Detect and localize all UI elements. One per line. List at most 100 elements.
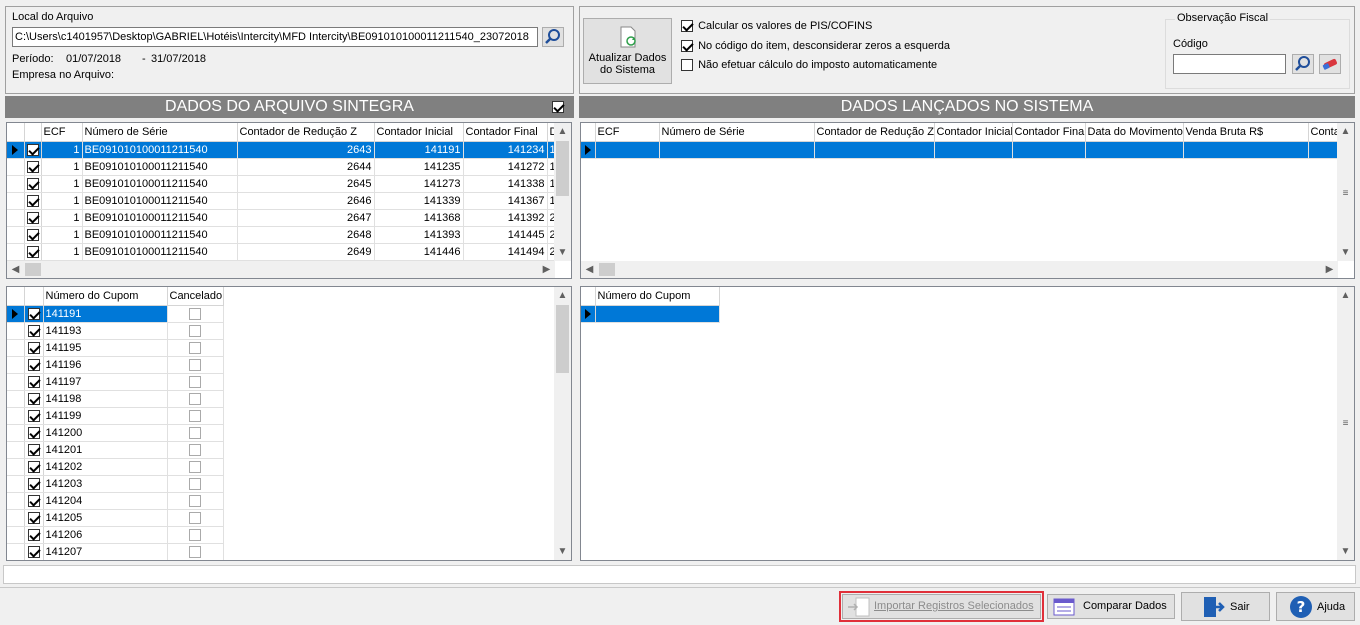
table-row[interactable]: 1BE091010100011211540264614133914136719 bbox=[7, 192, 571, 210]
scroll-down-arrow[interactable]: ▼ bbox=[554, 543, 571, 560]
table-row[interactable]: 1BE091010100011211540264514127314133818 bbox=[7, 175, 571, 193]
table-row[interactable]: 1BE091010100011211540264714136814139220 bbox=[7, 209, 571, 227]
option-zeros[interactable]: No código do item, desconsiderar zeros a… bbox=[681, 40, 950, 53]
cupons-vscroll[interactable]: ▲ ▼ bbox=[554, 287, 571, 560]
obs-search-button[interactable] bbox=[1292, 54, 1314, 74]
scroll-down-arrow[interactable]: ▼ bbox=[1337, 543, 1354, 560]
table-row[interactable]: 1BE091010100011211540264814139314144521 bbox=[7, 226, 571, 244]
row-checkbox[interactable] bbox=[27, 392, 40, 405]
col-reducao-z[interactable]: Contador de Redução Z bbox=[237, 123, 375, 142]
scroll-left-arrow[interactable]: ◀ bbox=[7, 261, 24, 278]
scroll-up-arrow[interactable]: ▲ bbox=[554, 287, 571, 304]
row-checkbox[interactable] bbox=[27, 307, 40, 320]
table-row[interactable]: 1BE091010100011211540264314119114123416 bbox=[7, 141, 571, 159]
col-serie[interactable]: Número de Série bbox=[659, 123, 815, 142]
scroll-up-arrow[interactable]: ▲ bbox=[554, 123, 571, 140]
row-checkbox[interactable] bbox=[27, 528, 40, 541]
row-checkbox[interactable] bbox=[27, 477, 40, 490]
col-ecf[interactable]: ECF bbox=[595, 123, 660, 142]
list-item[interactable]: 141202 bbox=[7, 458, 224, 476]
help-button[interactable]: ? Ajuda bbox=[1276, 592, 1355, 621]
row-checkbox[interactable] bbox=[27, 375, 40, 388]
list-item[interactable]: 141193 bbox=[7, 322, 224, 340]
option-zeros-checkbox[interactable] bbox=[681, 40, 693, 53]
scroll-up-arrow[interactable]: ▲ bbox=[1337, 287, 1354, 304]
row-checkbox[interactable] bbox=[26, 245, 39, 258]
row-checkbox[interactable] bbox=[26, 194, 39, 207]
option-no-tax-calc-checkbox[interactable] bbox=[681, 59, 693, 72]
row-checkbox[interactable] bbox=[27, 324, 40, 337]
cupons-sistema-vscroll[interactable]: ▲ ≡ ▼ bbox=[1337, 287, 1354, 560]
scroll-down-arrow[interactable]: ▼ bbox=[554, 244, 571, 261]
col-contador-inicial[interactable]: Contador Inicial bbox=[934, 123, 1013, 142]
scroll-thumb[interactable] bbox=[556, 141, 569, 196]
cancelado-checkbox[interactable] bbox=[189, 460, 201, 473]
scroll-up-arrow[interactable]: ▲ bbox=[1337, 123, 1354, 140]
list-item[interactable]: 141191 bbox=[7, 305, 224, 323]
row-checkbox[interactable] bbox=[27, 409, 40, 422]
scroll-thumb[interactable] bbox=[556, 305, 569, 373]
table-row[interactable] bbox=[581, 305, 720, 323]
sistema-hscroll[interactable]: ◀ ▶ bbox=[581, 261, 1338, 278]
col-contador-final[interactable]: Contador Final bbox=[1012, 123, 1086, 142]
col-reducao-z[interactable]: Contador de Redução Z bbox=[814, 123, 935, 142]
list-item[interactable]: 141199 bbox=[7, 407, 224, 425]
option-no-tax-calc[interactable]: Não efetuar cálculo do imposto automatic… bbox=[681, 59, 937, 72]
update-system-data-button[interactable]: Atualizar Dados do Sistema bbox=[583, 18, 672, 84]
row-checkbox[interactable] bbox=[27, 460, 40, 473]
table-row[interactable] bbox=[581, 141, 1340, 159]
row-checkbox[interactable] bbox=[26, 160, 39, 173]
row-checkbox[interactable] bbox=[27, 545, 40, 558]
col-venda-bruta[interactable]: Venda Bruta R$ bbox=[1183, 123, 1309, 142]
col-conta[interactable]: Conta bbox=[1308, 123, 1340, 142]
list-item[interactable]: 141204 bbox=[7, 492, 224, 510]
cancelado-checkbox[interactable] bbox=[189, 324, 201, 337]
cancelado-checkbox[interactable] bbox=[189, 511, 201, 524]
col-data-movimento[interactable]: Data do Movimento bbox=[1085, 123, 1184, 142]
cancelado-checkbox[interactable] bbox=[189, 528, 201, 541]
scroll-thumb[interactable] bbox=[25, 263, 41, 276]
col-numero-cupom[interactable]: Número do Cupom bbox=[43, 287, 168, 306]
cancelado-checkbox[interactable] bbox=[189, 375, 201, 388]
scroll-thumb[interactable] bbox=[599, 263, 615, 276]
list-item[interactable]: 141205 bbox=[7, 509, 224, 527]
row-checkbox[interactable] bbox=[27, 358, 40, 371]
cancelado-checkbox[interactable] bbox=[189, 392, 201, 405]
row-checkbox[interactable] bbox=[27, 426, 40, 439]
cancelado-checkbox[interactable] bbox=[189, 443, 201, 456]
list-item[interactable]: 141197 bbox=[7, 373, 224, 391]
option-pis-cofins[interactable]: Calcular os valores de PIS/COFINS bbox=[681, 20, 872, 33]
list-item[interactable]: 141200 bbox=[7, 424, 224, 442]
col-serie[interactable]: Número de Série bbox=[82, 123, 238, 142]
browse-file-button[interactable] bbox=[542, 27, 564, 47]
cancelado-checkbox[interactable] bbox=[189, 545, 201, 558]
cancelado-checkbox[interactable] bbox=[189, 409, 201, 422]
sintegra-vscroll[interactable]: ▲ ▼ bbox=[554, 123, 571, 261]
col-ecf[interactable]: ECF bbox=[41, 123, 83, 142]
row-checkbox[interactable] bbox=[26, 228, 39, 241]
cancelado-checkbox[interactable] bbox=[189, 494, 201, 507]
option-pis-cofins-checkbox[interactable] bbox=[681, 20, 693, 33]
scroll-right-arrow[interactable]: ▶ bbox=[1321, 261, 1338, 278]
row-checkbox[interactable] bbox=[27, 341, 40, 354]
row-checkbox[interactable] bbox=[27, 511, 40, 524]
col-contador-final[interactable]: Contador Final bbox=[463, 123, 548, 142]
sistema-vscroll[interactable]: ▲ ≡ ▼ bbox=[1337, 123, 1354, 261]
cancelado-checkbox[interactable] bbox=[189, 477, 201, 490]
table-row[interactable]: 1BE091010100011211540264914144614149422 bbox=[7, 243, 571, 261]
row-checkbox[interactable] bbox=[26, 143, 39, 156]
cancelado-checkbox[interactable] bbox=[189, 341, 201, 354]
obs-clear-button[interactable] bbox=[1319, 54, 1341, 74]
list-item[interactable]: 141201 bbox=[7, 441, 224, 459]
list-item[interactable]: 141195 bbox=[7, 339, 224, 357]
row-checkbox[interactable] bbox=[26, 211, 39, 224]
row-checkbox[interactable] bbox=[27, 443, 40, 456]
scroll-down-arrow[interactable]: ▼ bbox=[1337, 244, 1354, 261]
list-item[interactable]: 141196 bbox=[7, 356, 224, 374]
col-contador-inicial[interactable]: Contador Inicial bbox=[374, 123, 464, 142]
cancelado-checkbox[interactable] bbox=[189, 426, 201, 439]
scroll-left-arrow[interactable]: ◀ bbox=[581, 261, 598, 278]
sintegra-hscroll[interactable]: ◀ ▶ bbox=[7, 261, 555, 278]
cancelado-checkbox[interactable] bbox=[189, 307, 201, 320]
row-checkbox[interactable] bbox=[27, 494, 40, 507]
